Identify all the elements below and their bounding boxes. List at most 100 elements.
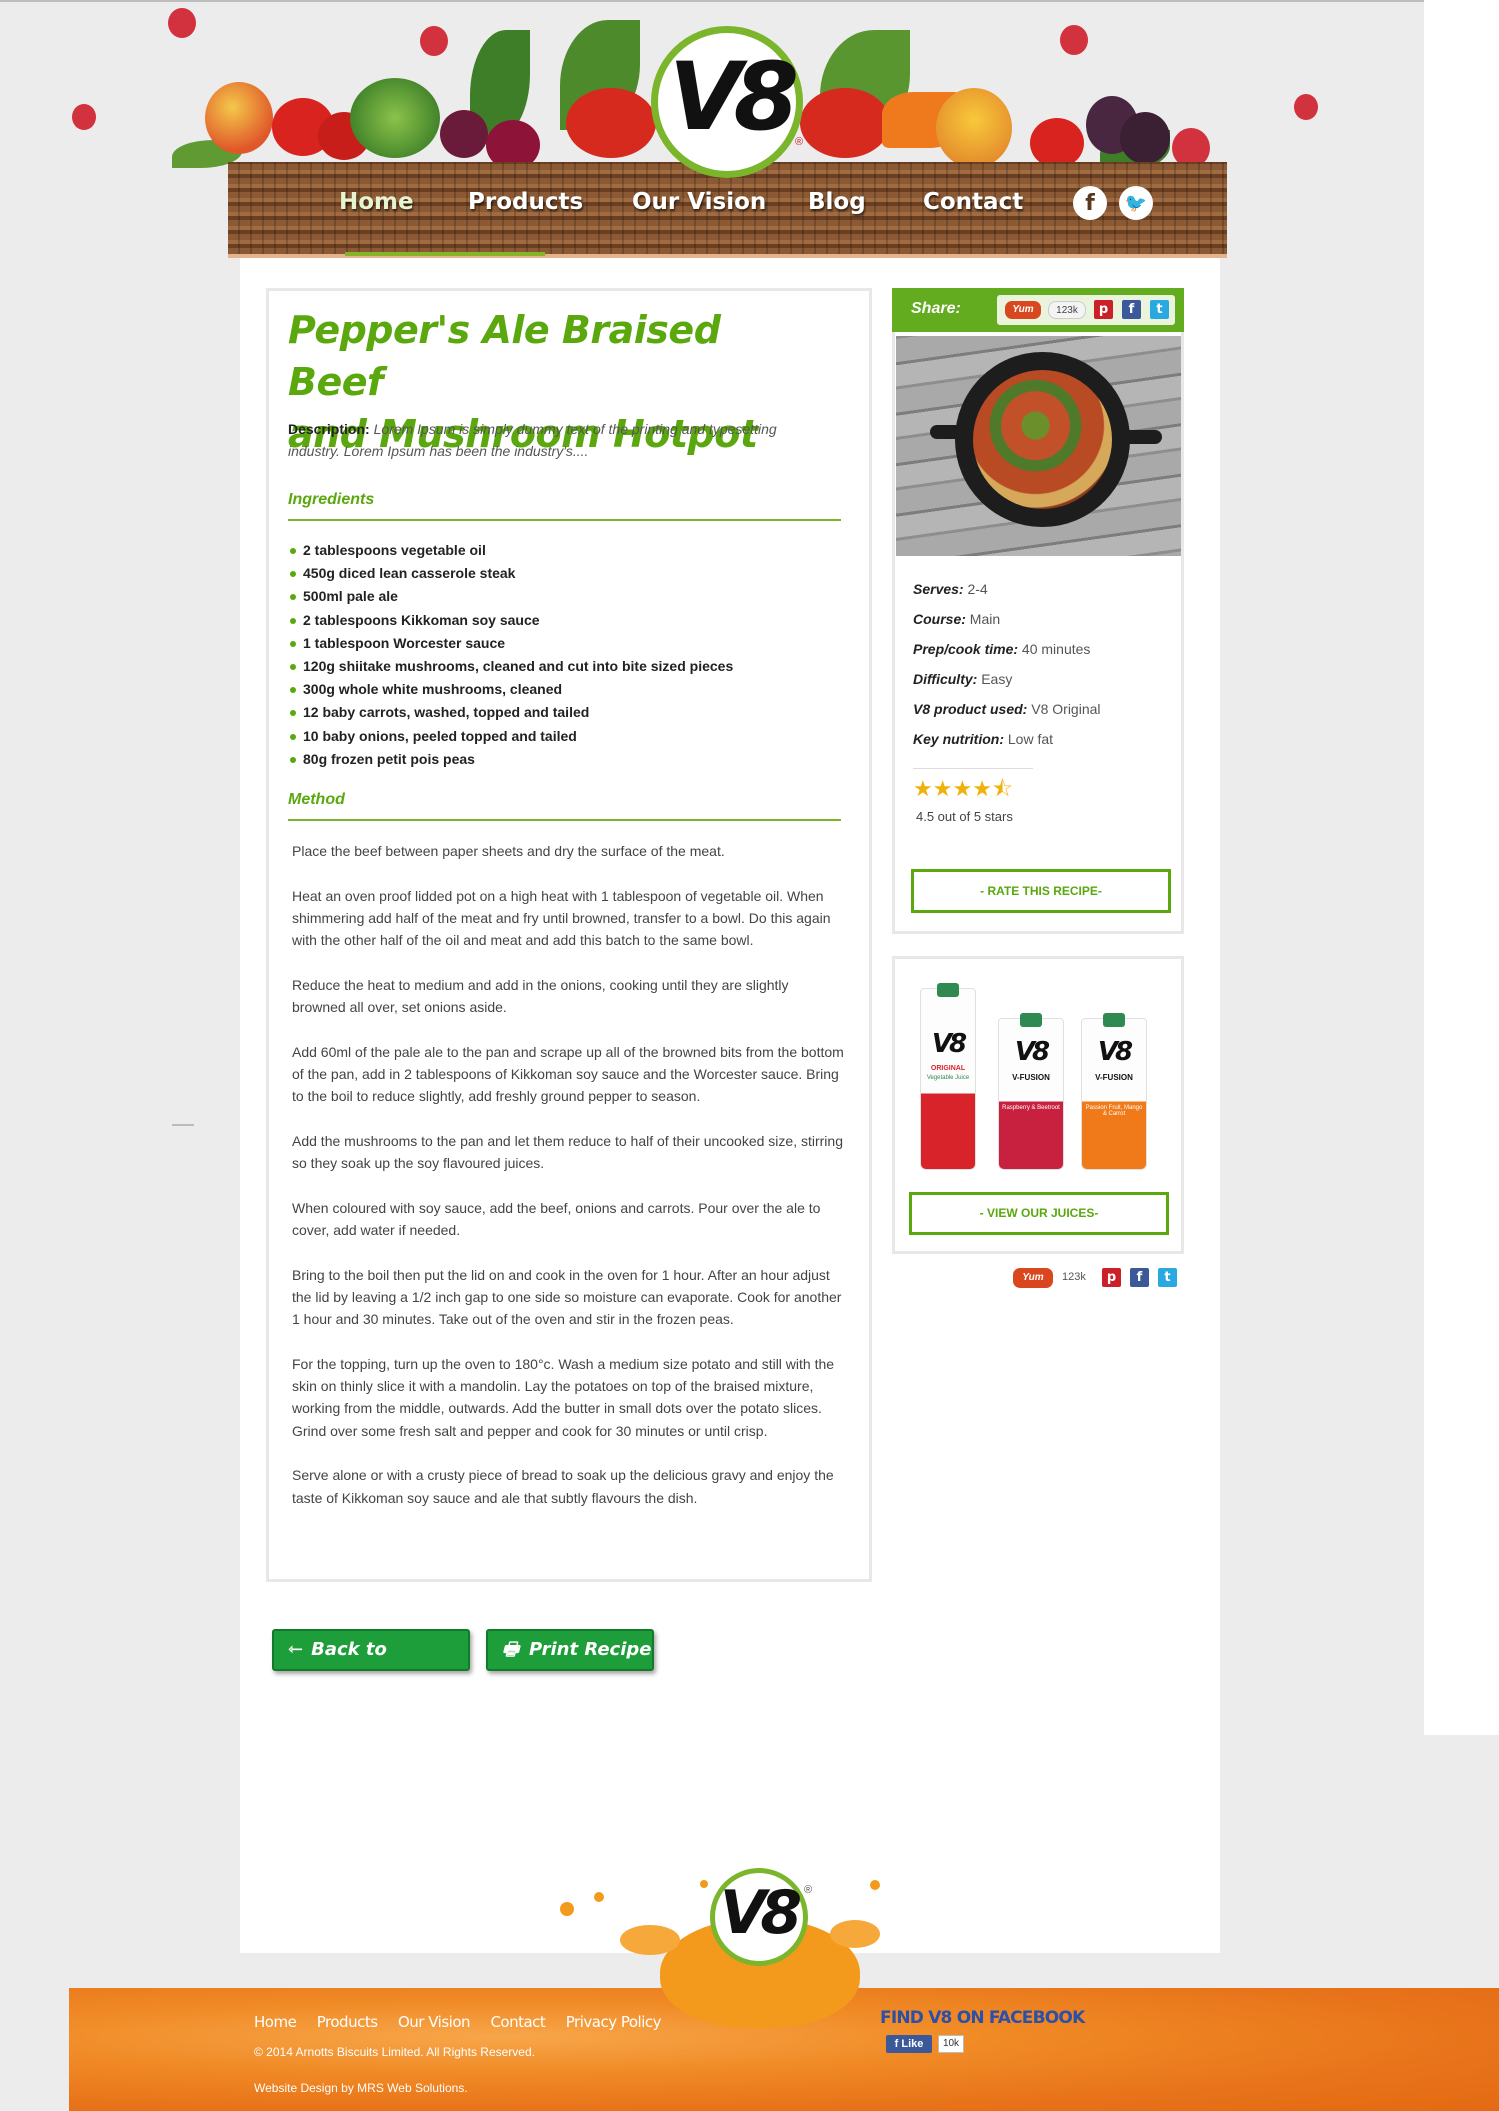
v8-logo-text: V8: [668, 43, 799, 152]
serves-value: 2-4: [967, 581, 988, 597]
star-rating[interactable]: ★★★★⯪: [913, 777, 1013, 801]
product-value: V8 Original: [1031, 701, 1101, 717]
footer-link-contact[interactable]: Contact: [490, 2013, 545, 2031]
ingredient-item: 120g shiitake mushrooms, cleaned and cut…: [288, 655, 848, 678]
juice-splash-decoration: [830, 1920, 880, 1948]
juice-carton[interactable]: V8 V-FUSION Raspberry & Beetroot: [998, 1013, 1064, 1170]
carton-cap: [937, 983, 959, 997]
beetroot-decoration: [440, 110, 488, 158]
nav-active-indicator: [345, 252, 545, 256]
back-arrow-icon: ⇽: [288, 1639, 304, 1660]
course-value: Main: [969, 611, 1001, 627]
product-row: V8 product used: V8 Original: [913, 701, 1101, 717]
recipe-title-line: Pepper's Ale Braised Beef: [288, 308, 721, 404]
rate-recipe-button[interactable]: - RATE THIS RECIPE-: [911, 869, 1171, 913]
recipe-description: Description: Lorem Ipsum is simply dummy…: [288, 418, 808, 462]
find-on-facebook-heading[interactable]: FIND V8 ON FACEBOOK: [880, 2008, 1085, 2028]
nav-home[interactable]: Home: [339, 189, 414, 215]
facebook-icon[interactable]: f: [1073, 186, 1107, 220]
hotpot-food: [973, 370, 1112, 509]
juice-splash-decoration: [700, 1880, 708, 1888]
nav-contact[interactable]: Contact: [923, 189, 1023, 215]
raspberry-decoration: [420, 26, 448, 56]
star-icon: ★: [952, 776, 973, 801]
facebook-icon[interactable]: f: [1130, 1268, 1149, 1287]
star-icon: ★: [932, 776, 953, 801]
footer-link-our-vision[interactable]: Our Vision: [398, 2013, 471, 2031]
difficulty-label: Difficulty:: [913, 671, 978, 687]
lettuce-decoration: [350, 78, 440, 158]
prep-label: Prep/cook time:: [913, 641, 1019, 657]
view-juices-button[interactable]: - VIEW OUR JUICES-: [909, 1192, 1169, 1235]
footer-link-home[interactable]: Home: [254, 2013, 297, 2031]
carton-line2: Vegetable Juice: [926, 1075, 970, 1081]
serves-row: Serves: 2-4: [913, 581, 988, 597]
yum-button[interactable]: Yum: [1005, 301, 1041, 319]
ingredient-item: 500ml pale ale: [288, 585, 848, 608]
difficulty-value: Easy: [981, 671, 1013, 687]
pinterest-icon[interactable]: p: [1094, 300, 1113, 319]
nutrition-label: Key nutrition:: [913, 731, 1004, 747]
method-step: Add 60ml of the pale ale to the pan and …: [292, 1043, 844, 1105]
footer-logo-text: V8: [719, 1878, 802, 1948]
prep-value: 40 minutes: [1021, 641, 1091, 657]
nav-blog[interactable]: Blog: [808, 189, 866, 215]
back-to-recipes-button[interactable]: ⇽ Back to Recipes: [272, 1629, 470, 1698]
tomato-decoration: [566, 88, 656, 158]
print-recipe-button[interactable]: 🖶 Print Recipe: [486, 1629, 654, 1671]
nav-our-vision[interactable]: Our Vision: [632, 189, 766, 215]
mango-decoration: [205, 82, 273, 154]
carton-cap: [1020, 1013, 1042, 1027]
twitter-icon[interactable]: t: [1158, 1268, 1177, 1287]
ingredient-item: 12 baby carrots, washed, topped and tail…: [288, 701, 848, 724]
share-label: Share:: [911, 300, 961, 317]
ingredients-heading: Ingredients: [288, 491, 375, 508]
carton-line1: ORIGINAL: [930, 1065, 966, 1072]
twitter-icon[interactable]: 🐦: [1119, 186, 1153, 220]
difficulty-row: Difficulty: Easy: [913, 671, 1012, 687]
method-step: Serve alone or with a crusty piece of br…: [292, 1467, 834, 1506]
carton-line2: Passion Fruit, Mango & Carrot: [1085, 1105, 1143, 1117]
ingredient-item: 10 baby onions, peeled topped and tailed: [288, 725, 848, 748]
method-steps: Place the beef between paper sheets and …: [292, 840, 844, 1531]
pinterest-icon[interactable]: p: [1102, 1268, 1121, 1287]
footer-link-products[interactable]: Products: [317, 2013, 378, 2031]
serves-label: Serves:: [913, 581, 964, 597]
juice-carton[interactable]: V8 V-FUSION Passion Fruit, Mango & Carro…: [1081, 1013, 1147, 1170]
juice-carton[interactable]: V8 ORIGINAL Vegetable Juice: [920, 983, 976, 1170]
method-step: Place the beef between paper sheets and …: [292, 843, 725, 859]
yum-button[interactable]: Yum: [1013, 1268, 1053, 1288]
carton-brand: V8: [1014, 1037, 1050, 1067]
ingredient-item: 2 tablespoons vegetable oil: [288, 539, 848, 562]
footer-credit[interactable]: Website Design by MRS Web Solutions.: [254, 2081, 468, 2095]
nav-products[interactable]: Products: [468, 189, 583, 215]
juice-splash-decoration: [620, 1925, 680, 1955]
twitter-icon[interactable]: t: [1150, 300, 1169, 319]
tomato-decoration: [800, 88, 890, 158]
printer-icon: 🖶: [502, 1639, 519, 1660]
method-step: Bring to the boil then put the lid on an…: [292, 1266, 842, 1328]
description-label: Description:: [288, 421, 370, 437]
rating-text: 4.5 out of 5 stars: [916, 809, 1013, 824]
method-step: For the topping, turn up the oven to 180…: [292, 1355, 835, 1439]
half-star-icon: ⯪: [991, 776, 1013, 801]
method-step: Add the mushrooms to the pan and let the…: [292, 1132, 843, 1172]
facebook-like-count: 10k: [938, 2035, 964, 2053]
facebook-icon[interactable]: f: [1122, 300, 1141, 319]
method-step: Reduce the heat to medium and add in the…: [292, 976, 789, 1016]
carton-line1: V-FUSION: [1095, 1073, 1133, 1082]
course-label: Course:: [913, 611, 966, 627]
ingredient-item: 300g whole white mushrooms, cleaned: [288, 678, 848, 701]
star-icon: ★: [972, 776, 992, 801]
carton-line2: Raspberry & Beetroot: [1002, 1105, 1060, 1111]
print-button-label: Print Recipe: [529, 1639, 652, 1660]
prep-row: Prep/cook time: 40 minutes: [913, 641, 1090, 657]
right-margin-strip: [1424, 0, 1499, 1735]
mango-decoration: [936, 88, 1012, 168]
tomato-decoration: [1030, 118, 1084, 168]
footer-link-privacy[interactable]: Privacy Policy: [566, 2013, 662, 2031]
facebook-like-button[interactable]: f Like: [886, 2035, 932, 2053]
share-count: 123k: [1062, 1271, 1086, 1283]
method-divider: [288, 819, 841, 821]
ingredients-list: 2 tablespoons vegetable oil 450g diced l…: [288, 539, 848, 771]
